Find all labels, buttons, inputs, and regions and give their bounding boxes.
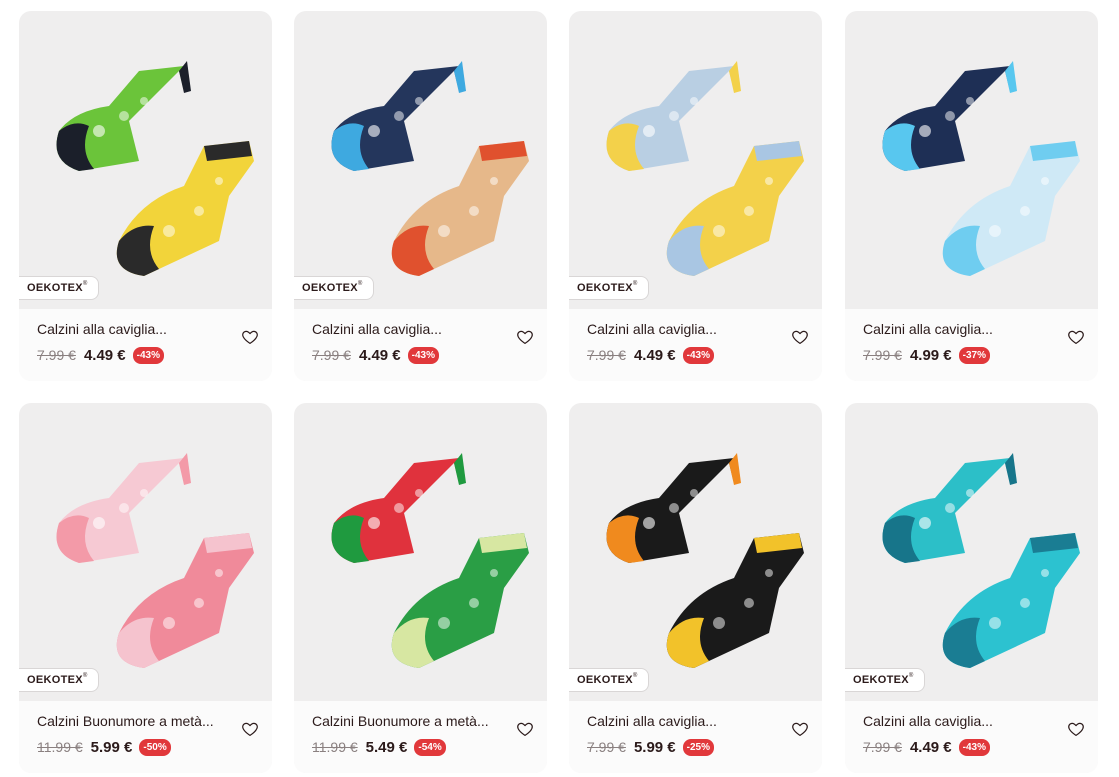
oekotex-badge: OEKOTEX® — [19, 276, 99, 300]
product-title[interactable]: Calzini alla caviglia... — [863, 321, 1053, 337]
oekotex-badge-label: OEKOTEX — [577, 282, 633, 294]
discount-badge: -37% — [958, 346, 991, 364]
sale-price: 4.49 € — [83, 346, 126, 364]
flower-black-socks-image[interactable] — [569, 403, 822, 701]
discount-badge: -43% — [958, 738, 991, 756]
discount-badge: -43% — [132, 346, 165, 364]
wishlist-heart-icon[interactable] — [791, 328, 809, 346]
product-card[interactable]: OEKOTEX® Calzini alla caviglia... 7.99 € 4.… — [845, 403, 1098, 773]
oekotex-badge: OEKOTEX® — [569, 668, 649, 692]
old-price: 7.99 € — [587, 739, 626, 755]
product-title[interactable]: Calzini alla caviglia... — [312, 321, 502, 337]
price-row: 7.99 € 4.49 € -43% — [587, 345, 715, 365]
product-title[interactable]: Calzini alla caviglia... — [587, 321, 777, 337]
oekotex-badge-label: OEKOTEX — [302, 282, 358, 294]
product-info: Calzini alla caviglia... 7.99 € 4.49 € -43% — [294, 309, 547, 381]
lotus-socks-image[interactable] — [569, 11, 822, 309]
registered-mark: ® — [632, 281, 638, 287]
product-card[interactable]: Calzini Buonumore a metà... 11.99 € 5.49 €… — [294, 403, 547, 773]
sale-price: 4.49 € — [909, 738, 952, 756]
old-price: 7.99 € — [37, 347, 76, 363]
oekotex-badge: OEKOTEX® — [19, 668, 99, 692]
product-info: Calzini alla caviglia... 7.99 € 4.49 € -43% — [845, 701, 1098, 773]
product-card[interactable]: OEKOTEX® Calzini Buonumore a metà... 11.99… — [19, 403, 272, 773]
product-info: Calzini Buonumore a metà... 11.99 € 5.49 €… — [294, 701, 547, 773]
sale-price: 4.49 € — [358, 346, 401, 364]
watermelon-socks-image[interactable] — [294, 403, 547, 701]
product-info: Calzini alla caviglia... 7.99 € 4.99 € -37% — [845, 309, 1098, 381]
product-title[interactable]: Calzini alla caviglia... — [587, 713, 777, 729]
wishlist-heart-icon[interactable] — [516, 328, 534, 346]
sailboat-socks-image[interactable] — [294, 11, 547, 309]
wishlist-heart-icon[interactable] — [1067, 328, 1085, 346]
wishlist-heart-icon[interactable] — [516, 720, 534, 738]
registered-mark: ® — [82, 281, 88, 287]
bee-socks-image[interactable] — [19, 11, 272, 309]
old-price: 11.99 € — [37, 739, 83, 755]
price-row: 7.99 € 4.49 € -43% — [37, 345, 165, 365]
discount-badge: -54% — [414, 738, 446, 756]
strawberry-socks-image[interactable] — [19, 403, 272, 701]
oekotex-badge-label: OEKOTEX — [27, 282, 83, 294]
old-price: 7.99 € — [587, 347, 626, 363]
price-row: 11.99 € 5.99 € -50% — [37, 737, 171, 757]
registered-mark: ® — [908, 673, 914, 679]
product-title[interactable]: Calzini Buonumore a metà... — [37, 713, 227, 729]
product-info: Calzini Buonumore a metà... 11.99 € 5.99 €… — [19, 701, 272, 773]
oekotex-badge: OEKOTEX® — [294, 276, 374, 300]
oekotex-badge-label: OEKOTEX — [577, 674, 633, 686]
registered-mark: ® — [632, 673, 638, 679]
sale-price: 4.99 € — [909, 346, 952, 364]
old-price: 7.99 € — [312, 347, 351, 363]
sale-price: 5.99 € — [633, 738, 676, 756]
product-card[interactable]: OEKOTEX® Calzini alla caviglia... 7.99 € 4.… — [294, 11, 547, 381]
product-card[interactable]: OEKOTEX® Calzini alla caviglia... 7.99 € 4.… — [569, 11, 822, 381]
oekotex-badge-label: OEKOTEX — [27, 674, 83, 686]
old-price: 7.99 € — [863, 739, 902, 755]
old-price: 7.99 € — [863, 347, 902, 363]
product-card[interactable]: OEKOTEX® Calzini alla caviglia... 7.99 € 4.… — [19, 11, 272, 381]
sale-price: 5.49 € — [365, 738, 408, 756]
product-info: Calzini alla caviglia... 7.99 € 4.49 € -43% — [569, 309, 822, 381]
price-row: 11.99 € 5.49 € -54% — [312, 737, 446, 757]
product-title[interactable]: Calzini alla caviglia... — [863, 713, 1053, 729]
product-info: Calzini alla caviglia... 7.99 € 5.99 € -25% — [569, 701, 822, 773]
price-row: 7.99 € 4.49 € -43% — [312, 345, 440, 365]
oekotex-badge: OEKOTEX® — [569, 276, 649, 300]
registered-mark: ® — [357, 281, 363, 287]
wishlist-heart-icon[interactable] — [791, 720, 809, 738]
product-card[interactable]: Calzini alla caviglia... 7.99 € 4.99 € -37% — [845, 11, 1098, 381]
discount-badge: -50% — [139, 738, 171, 756]
wishlist-heart-icon[interactable] — [241, 720, 259, 738]
wishlist-heart-icon[interactable] — [241, 328, 259, 346]
oekotex-badge: OEKOTEX® — [845, 668, 925, 692]
sale-price: 5.99 € — [90, 738, 133, 756]
product-card[interactable]: OEKOTEX® Calzini alla caviglia... 7.99 € 5.… — [569, 403, 822, 773]
old-price: 11.99 € — [312, 739, 358, 755]
registered-mark: ® — [82, 673, 88, 679]
oekotex-badge-label: OEKOTEX — [853, 674, 909, 686]
price-row: 7.99 € 4.49 € -43% — [863, 737, 991, 757]
daisy-socks-image[interactable] — [845, 403, 1098, 701]
sale-price: 4.49 € — [633, 346, 676, 364]
ocean-socks-image[interactable] — [845, 11, 1098, 309]
wishlist-heart-icon[interactable] — [1067, 720, 1085, 738]
discount-badge: -43% — [407, 346, 440, 364]
product-title[interactable]: Calzini Buonumore a metà... — [312, 713, 502, 729]
price-row: 7.99 € 4.99 € -37% — [863, 345, 991, 365]
product-info: Calzini alla caviglia... 7.99 € 4.49 € -43% — [19, 309, 272, 381]
product-title[interactable]: Calzini alla caviglia... — [37, 321, 227, 337]
discount-badge: -25% — [682, 738, 715, 756]
discount-badge: -43% — [682, 346, 715, 364]
price-row: 7.99 € 5.99 € -25% — [587, 737, 715, 757]
